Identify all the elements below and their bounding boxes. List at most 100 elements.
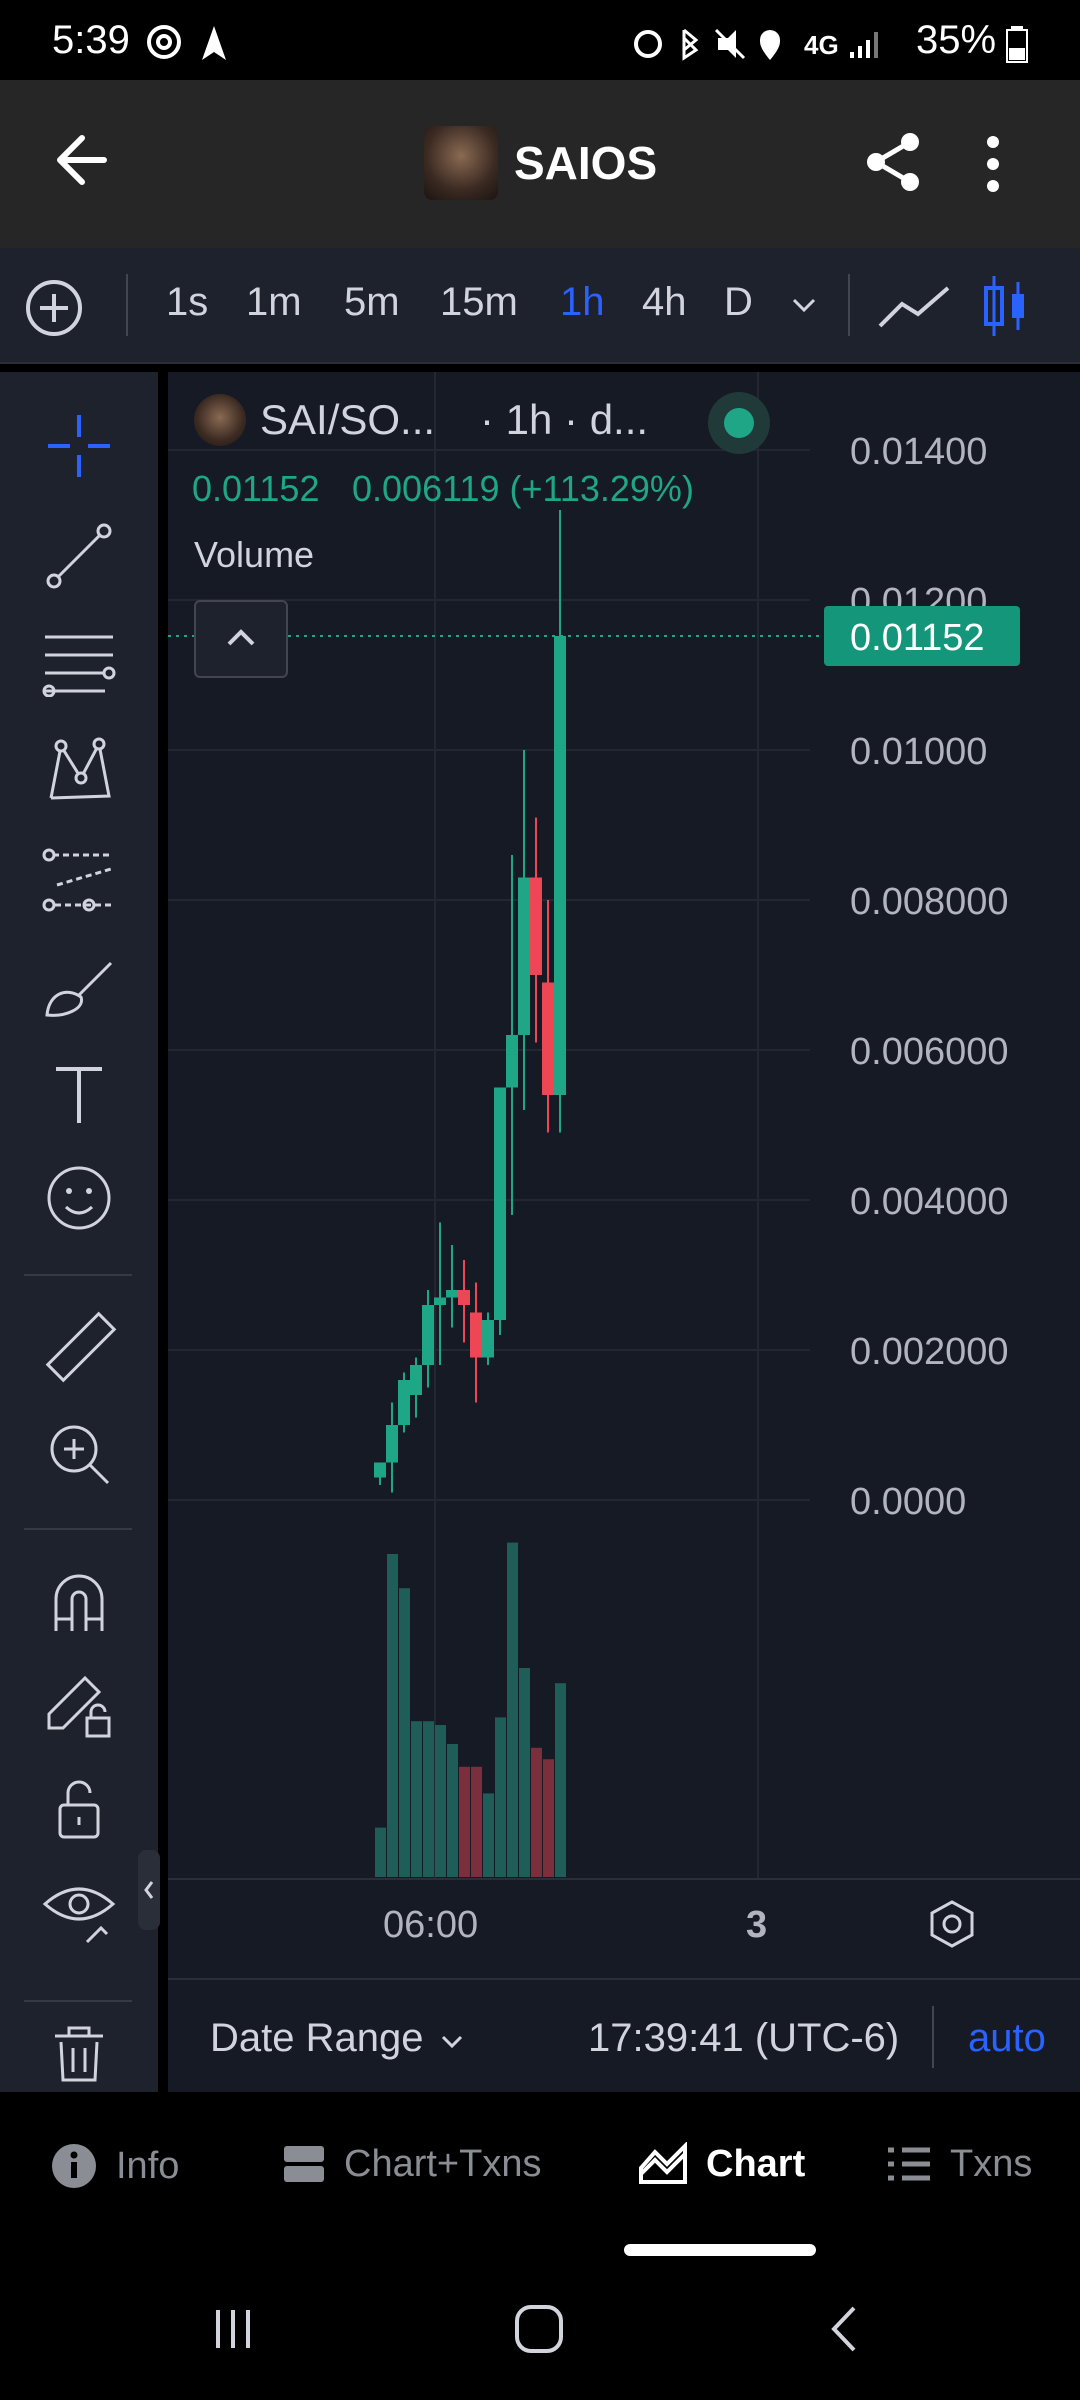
timeframe-D[interactable]: D [724,280,753,325]
collapse-panel-handle[interactable] [138,1850,160,1930]
divider [848,274,850,336]
list-icon [888,2147,930,2181]
timeframe-dropdown-icon[interactable] [790,294,818,318]
candle-body [386,1425,398,1463]
recent-apps-icon[interactable] [208,2304,258,2354]
line-chart-type-icon[interactable] [876,282,952,332]
volume-bar [435,1725,446,1877]
volume-bar [411,1721,422,1877]
status-bar: 5:39 4G 35% [0,0,1080,80]
text-tool[interactable] [0,1044,158,1144]
volume-bar [375,1827,386,1877]
time-axis-label: 3 [746,1904,768,1946]
text-icon [56,1067,102,1123]
measure-tool[interactable] [0,1298,158,1398]
nav-chart-txns[interactable]: Chart+Txns [282,2142,541,2186]
volume-bar [399,1588,410,1877]
candle-body [530,877,542,975]
chevron-left-icon [144,1881,154,1899]
divider [24,1274,132,1276]
smiley-icon [47,1166,111,1230]
volume-bar [471,1766,482,1877]
collapse-legend-button[interactable] [194,600,288,678]
pattern-tool[interactable] [0,722,158,822]
volume-bar [531,1747,542,1877]
split-icon [284,2146,324,2182]
zoom-in-icon [50,1425,110,1485]
time-axis-line [168,1878,1080,1880]
back-icon[interactable] [820,2302,870,2356]
ruler-icon [45,1311,117,1383]
timeframe-15m[interactable]: 15m [440,280,518,325]
eye-icon [42,1887,116,1944]
hide-tool[interactable] [0,1862,158,1962]
pencil-lock-icon [47,1675,111,1738]
volume-bar [423,1721,434,1877]
trash-icon [55,2026,103,2082]
timeframe-1h[interactable]: 1h [560,280,605,325]
last-price-label: 0.01152 [850,617,985,659]
ohlc-change: 0.006119 (+113.29%) [352,468,694,509]
nav-chart[interactable]: Chart [638,2142,805,2186]
volume-bar [519,1668,530,1877]
bottom-navigation: Info Chart+Txns Chart Txns [0,2092,1080,2400]
lock-tool[interactable] [0,1758,158,1858]
chevron-down-icon [441,2035,463,2049]
volume-label: Volume [194,534,315,575]
magnet-tool[interactable] [0,1552,158,1652]
date-range-button[interactable]: Date Range [210,2016,423,2061]
home-icon[interactable] [512,2302,566,2356]
chart-area[interactable]: 0.01400 0.01200 0.01000 0.008000 0.006000 0.0… [168,372,1080,2092]
volume-bar [507,1542,518,1877]
battery-icon [1006,26,1028,63]
candle-chart-type-icon[interactable] [982,274,1030,338]
status-icons-left [147,25,226,60]
nav-txns[interactable]: Txns [886,2142,1032,2186]
timeframe-5m[interactable]: 5m [344,280,400,325]
chart-settings-icon[interactable] [926,1898,978,1950]
candle-body [542,982,554,1095]
emoji-tool[interactable] [0,1148,158,1248]
ohlc-close: 0.01152 [192,468,320,509]
forecast-tool[interactable] [0,830,158,930]
info-icon [52,2144,96,2188]
candlestick-chart[interactable]: 0.014000.012000.010000.0080000.0060000.0… [168,372,1080,2092]
zoom-tool[interactable] [0,1404,158,1504]
price-axis-label: 0.004000 [850,1181,1009,1223]
crosshair-icon [48,415,110,477]
price-axis-label: 0.01400 [850,431,987,473]
volume-bar [483,1793,494,1877]
timeframe-1m[interactable]: 1m [246,280,302,325]
drawing-tools-panel [0,372,160,2092]
candle-body [470,1312,482,1358]
trend-line-icon [46,523,112,589]
divider [24,1528,132,1530]
nav-txns-label: Txns [950,2142,1033,2185]
trend-line-tool[interactable] [0,506,158,606]
lock-drawings-tool[interactable] [0,1656,158,1756]
volume-bar [543,1759,554,1877]
interval-label: · 1h · d... [480,396,649,443]
brush-tool[interactable] [0,938,158,1038]
auto-scale-toggle[interactable]: auto [968,2016,1046,2061]
candle-body [494,1087,506,1320]
brush-icon [45,961,113,1017]
back-arrow-icon[interactable] [52,130,112,190]
divider [932,2006,934,2068]
fib-retracement-tool[interactable] [0,612,158,712]
more-options-icon[interactable] [978,132,1008,196]
price-axis-label: 0.01000 [850,731,987,773]
timeframe-4h[interactable]: 4h [642,280,687,325]
symbol-label[interactable]: SAI/SO... [260,396,435,444]
pattern-icon [49,737,111,800]
price-axis-label: 0.0000 [850,1481,966,1523]
delete-tool[interactable] [0,2012,158,2092]
unlock-icon [58,1780,100,1839]
magnet-icon [54,1574,104,1631]
share-icon[interactable] [862,130,926,194]
nav-info[interactable]: Info [50,2142,179,2190]
add-indicator-icon[interactable] [24,278,84,338]
battery-percent: 35% [916,18,997,62]
crosshair-tool[interactable] [0,396,158,496]
timeframe-1s[interactable]: 1s [166,280,208,325]
